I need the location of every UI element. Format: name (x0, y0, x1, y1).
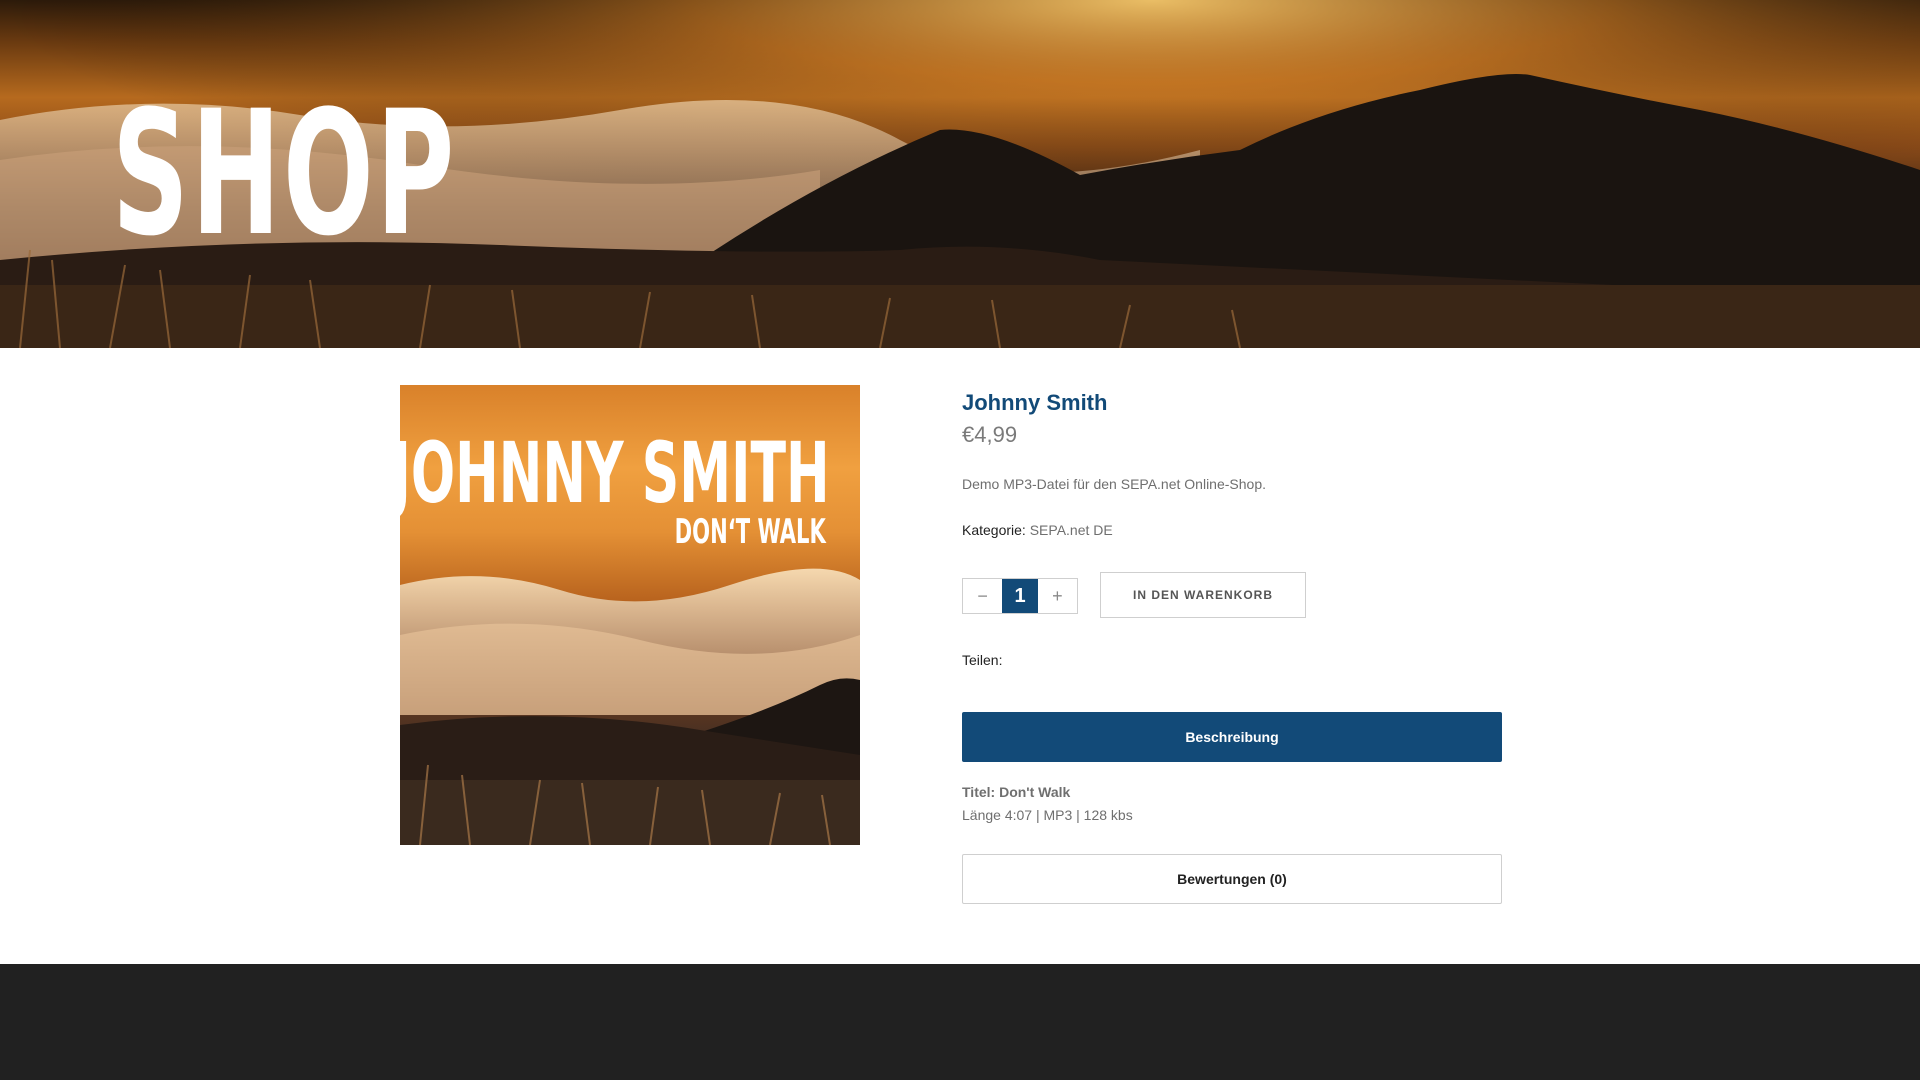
product-category: Kategorie: SEPA.net DE (962, 522, 1113, 538)
quantity-input[interactable]: 1 (1002, 579, 1038, 613)
hero-banner: SHOP (0, 0, 1920, 348)
page-title: SHOP (112, 73, 457, 274)
product-image[interactable]: JOHNNY SMITH DON‘T WALK (400, 385, 860, 845)
cover-song-text: DON‘T WALK (674, 512, 826, 552)
add-to-cart-button[interactable]: IN DEN WARENKORB (1100, 572, 1306, 618)
tab-description[interactable]: Beschreibung (962, 712, 1502, 762)
share-label: Teilen: (962, 652, 1003, 668)
product-price: €4,99 (962, 422, 1018, 447)
product-short-description: Demo MP3-Datei für den SEPA.net Online-S… (962, 476, 1267, 492)
category-label: Kategorie: (962, 522, 1026, 538)
quantity-stepper: − 1 + (962, 578, 1078, 614)
quantity-decrease-button[interactable]: − (963, 579, 1002, 613)
quantity-increase-button[interactable]: + (1038, 579, 1077, 613)
category-link[interactable]: SEPA.net DE (1030, 522, 1113, 538)
description-title: Titel: Don't Walk (962, 784, 1071, 800)
footer (0, 964, 1920, 1080)
product-title: Johnny Smith (962, 390, 1108, 415)
tab-reviews[interactable]: Bewertungen (0) (962, 854, 1502, 904)
cover-artist-text: JOHNNY SMITH (400, 424, 830, 522)
description-meta: Länge 4:07 | MP3 | 128 kbs (962, 807, 1133, 823)
